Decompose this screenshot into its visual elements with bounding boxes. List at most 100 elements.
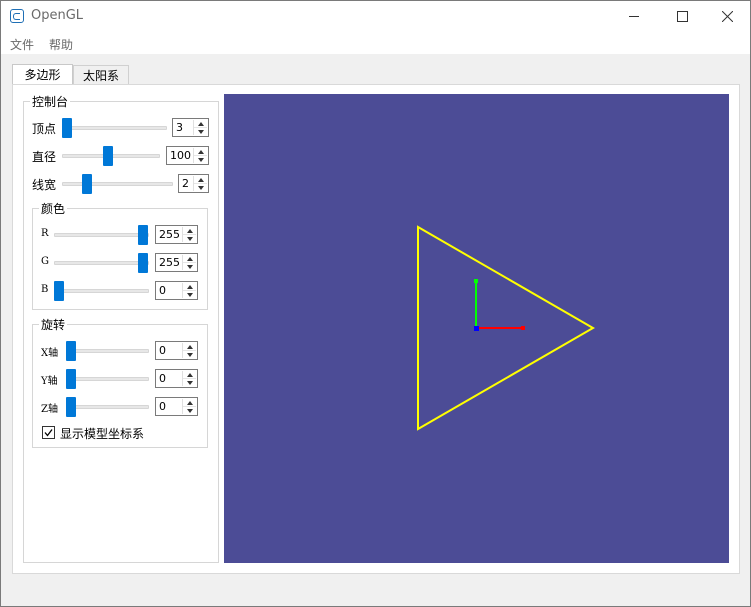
diameter-slider-handle[interactable] — [103, 146, 113, 166]
x-axis-spinbox[interactable]: 0 — [155, 341, 198, 360]
y-axis-label: Y轴 — [41, 376, 58, 387]
line-width-spin-down-button[interactable] — [194, 184, 207, 191]
arrow-down-icon — [197, 157, 204, 162]
green-value: 255 — [159, 256, 180, 269]
arrow-down-icon — [197, 185, 204, 190]
maximize-button[interactable] — [659, 1, 705, 32]
tab-polygon[interactable]: 多边形 — [12, 64, 73, 84]
vertices-spinbox[interactable]: 3 — [172, 118, 209, 137]
diameter-spin-down-button[interactable] — [194, 156, 207, 163]
vertices-spin-up-button[interactable] — [194, 120, 207, 128]
vertices-spin-buttons — [193, 120, 207, 135]
diameter-value: 100 — [170, 149, 191, 162]
arrow-down-icon — [186, 236, 193, 241]
vertices-label: 顶点 — [32, 122, 57, 136]
vertices-slider-handle[interactable] — [62, 118, 72, 138]
green-spinbox[interactable]: 255 — [155, 253, 198, 272]
z-axis-label: Z轴 — [41, 404, 58, 415]
arrow-up-icon — [186, 228, 193, 233]
line-width-slider-track[interactable] — [62, 182, 173, 186]
red-label: R — [41, 228, 49, 239]
z-axis-slider-handle[interactable] — [66, 397, 76, 417]
checkmark-icon — [44, 429, 53, 437]
z-axis-spin-buttons — [182, 399, 196, 414]
y-axis-slider-track[interactable] — [66, 377, 149, 381]
red-spinbox[interactable]: 255 — [155, 225, 198, 244]
red-slider-handle[interactable] — [138, 225, 148, 245]
green-slider-track[interactable] — [54, 261, 149, 265]
y-axis-spinbox[interactable]: 0 — [155, 369, 198, 388]
tab-solar-system[interactable]: 太阳系 — [73, 65, 129, 84]
arrow-down-icon — [186, 380, 193, 385]
green-spin-buttons — [182, 255, 196, 270]
vertices-spin-down-button[interactable] — [194, 128, 207, 135]
x-axis-spin-down-button[interactable] — [183, 351, 196, 358]
red-slider-track[interactable] — [54, 233, 149, 237]
arrow-up-icon — [186, 256, 193, 261]
show-axes-label[interactable]: 显示模型坐标系 — [60, 425, 144, 442]
green-label: G — [41, 256, 49, 267]
y-axis-slider-handle[interactable] — [66, 369, 76, 389]
x-axis-spin-up-button[interactable] — [183, 343, 196, 351]
diameter-spin-up-button[interactable] — [194, 148, 207, 156]
minimize-button[interactable] — [611, 1, 657, 32]
blue-spin-up-button[interactable] — [183, 283, 196, 291]
arrow-down-icon — [186, 292, 193, 297]
arrow-up-icon — [197, 121, 204, 126]
z-axis-slider-track[interactable] — [66, 405, 149, 409]
green-slider-handle[interactable] — [138, 253, 148, 273]
opengl-canvas[interactable] — [224, 94, 729, 563]
arrow-up-icon — [186, 400, 193, 405]
minimize-icon — [628, 16, 639, 17]
x-axis-spin-buttons — [182, 343, 196, 358]
arrow-up-icon — [186, 344, 193, 349]
z-axis-spin-down-button[interactable] — [183, 407, 196, 414]
menu-bar: 文件 帮助 — [1, 32, 750, 54]
red-value: 255 — [159, 228, 180, 241]
red-spin-up-button[interactable] — [183, 227, 196, 235]
maximize-icon — [676, 11, 688, 22]
blue-spinbox[interactable]: 0 — [155, 281, 198, 300]
arrow-down-icon — [197, 129, 204, 134]
color-group: 颜色 R 255 G 255 B 0 — [32, 200, 208, 310]
model-axis-x-tip — [521, 326, 525, 330]
vertices-value: 3 — [176, 121, 183, 134]
line-width-value: 2 — [182, 177, 189, 190]
menu-file[interactable]: 文件 — [10, 36, 34, 53]
line-width-slider-handle[interactable] — [82, 174, 92, 194]
rotation-group-title: 旋转 — [39, 316, 68, 333]
y-axis-spin-up-button[interactable] — [183, 371, 196, 379]
title-bar[interactable]: OpenGL — [1, 1, 750, 32]
x-axis-label: X轴 — [41, 348, 59, 359]
close-button[interactable] — [704, 1, 750, 32]
y-axis-spin-buttons — [182, 371, 196, 386]
color-group-title: 颜色 — [39, 200, 68, 217]
x-axis-slider-track[interactable] — [66, 349, 149, 353]
x-axis-slider-handle[interactable] — [66, 341, 76, 361]
green-spin-down-button[interactable] — [183, 263, 196, 270]
arrow-up-icon — [197, 149, 204, 154]
blue-spin-down-button[interactable] — [183, 291, 196, 298]
red-spin-buttons — [182, 227, 196, 242]
blue-spin-buttons — [182, 283, 196, 298]
blue-label: B — [41, 284, 49, 295]
z-axis-spinbox[interactable]: 0 — [155, 397, 198, 416]
model-axis-z — [474, 326, 479, 331]
green-spin-up-button[interactable] — [183, 255, 196, 263]
blue-slider-handle[interactable] — [54, 281, 64, 301]
z-axis-spin-up-button[interactable] — [183, 399, 196, 407]
vertices-slider-track[interactable] — [62, 126, 167, 130]
red-spin-down-button[interactable] — [183, 235, 196, 242]
blue-slider-track[interactable] — [54, 289, 149, 293]
y-axis-value: 0 — [159, 372, 166, 385]
line-width-spin-up-button[interactable] — [194, 176, 207, 184]
x-axis-value: 0 — [159, 344, 166, 357]
console-group-title: 控制台 — [30, 93, 71, 110]
z-axis-value: 0 — [159, 400, 166, 413]
show-axes-checkbox[interactable] — [42, 426, 55, 439]
line-width-spinbox[interactable]: 2 — [178, 174, 209, 193]
y-axis-spin-down-button[interactable] — [183, 379, 196, 386]
diameter-spinbox[interactable]: 100 — [166, 146, 209, 165]
menu-help[interactable]: 帮助 — [49, 36, 73, 53]
model-axis-y-tip — [474, 279, 478, 283]
